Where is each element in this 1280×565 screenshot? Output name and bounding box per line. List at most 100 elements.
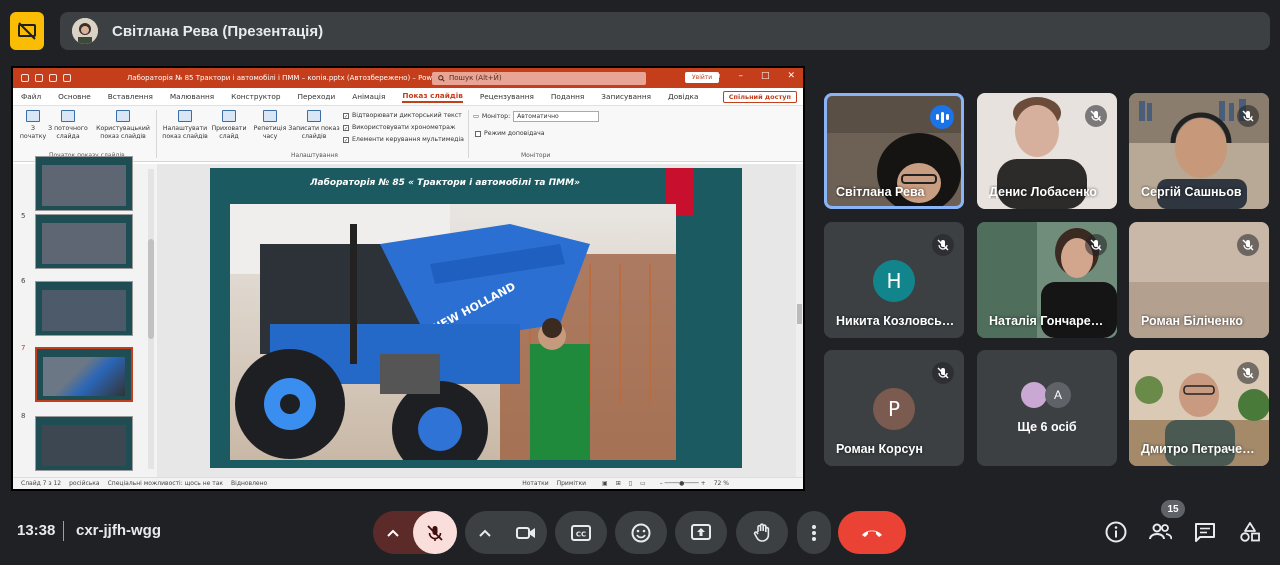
zoom-level[interactable]: 72 % <box>714 480 729 487</box>
menu-tab-transitions[interactable]: Переходи <box>298 92 336 101</box>
participant-name: Роман Корсун <box>836 442 923 456</box>
tractor-photo: NEW HOLLAND <box>230 204 676 460</box>
participant-tile[interactable]: Дмитро Петраченко <box>1129 350 1269 466</box>
ppt-status-bar: Слайд 7 з 12 російська Спеціальні можлив… <box>13 477 803 489</box>
captions-button[interactable]: CC <box>555 511 607 554</box>
view-reading-icon[interactable]: ▯ <box>629 480 632 487</box>
slide-thumbnail[interactable] <box>35 416 133 471</box>
maximize-icon[interactable]: □ <box>761 71 770 81</box>
presentation-toggle-button[interactable] <box>10 12 44 50</box>
participant-tile[interactable]: Р Роман Корсун <box>824 350 964 466</box>
present-now-button[interactable] <box>675 511 727 554</box>
thumbnails-scrollbar[interactable] <box>148 169 154 469</box>
camera-control-group <box>465 511 547 554</box>
redo-icon[interactable] <box>49 74 57 82</box>
hide-slide-button[interactable]: Приховати слайд <box>209 106 249 141</box>
from-current-button[interactable]: З поточного слайда <box>47 106 89 141</box>
editor-scrollbar[interactable] <box>796 164 803 477</box>
custom-show-button[interactable]: Користувацький показ слайдів <box>93 106 153 141</box>
video-options-button[interactable] <box>465 511 505 554</box>
mic-off-icon <box>1237 234 1259 256</box>
hand-icon <box>753 522 770 542</box>
media-controls-checkbox[interactable]: ✓ Елементи керування мультимедіа <box>343 136 464 144</box>
participant-tile[interactable]: Наталія Гончаренко <box>977 222 1117 338</box>
activities-button[interactable] <box>1237 519 1263 545</box>
menu-tab-review[interactable]: Рецензування <box>480 92 534 101</box>
current-slide[interactable]: Лабораторія № 85 « Трактори і автомобілі… <box>210 168 742 468</box>
participant-tile[interactable]: Н Никита Козловський <box>824 222 964 338</box>
slide-thumbnail[interactable] <box>35 281 133 336</box>
menu-tab-recording[interactable]: Записування <box>601 92 651 101</box>
language-status[interactable]: російська <box>69 480 99 487</box>
meeting-details-button[interactable] <box>1103 519 1129 545</box>
slide-thumbnail[interactable] <box>35 214 133 269</box>
save-icon[interactable] <box>21 74 29 82</box>
more-options-button[interactable] <box>797 511 831 554</box>
accessibility-status[interactable]: Спеціальні можливості: щось не так <box>108 480 223 487</box>
ppt-titlebar: Лабораторія № 85 Трактори і автомобілі і… <box>13 68 803 88</box>
menu-tab-file[interactable]: Файл <box>21 92 41 101</box>
thumbnail-image <box>43 357 125 396</box>
ppt-menu-tabs: Файл Основне Вставлення Малювання Констр… <box>13 88 803 106</box>
mic-toggle-button[interactable] <box>413 511 457 554</box>
presenter-view-checkbox[interactable]: Режим доповідача <box>475 130 545 137</box>
record-show-button[interactable]: Записати показ слайдів <box>287 106 341 141</box>
ppt-search-box[interactable]: Пошук (Alt+Й) <box>432 71 646 85</box>
menu-tab-animations[interactable]: Анімація <box>352 92 385 101</box>
from-start-button[interactable]: З початку <box>17 106 49 141</box>
scrollbar-thumb[interactable] <box>148 239 154 339</box>
setup-show-icon <box>178 110 192 122</box>
close-icon[interactable]: ✕ <box>787 71 795 81</box>
more-participants-label: Ще 6 осіб <box>1017 420 1077 434</box>
narrations-checkbox[interactable]: ✓ Відтворювати дикторський текст <box>343 112 462 120</box>
menu-tab-draw[interactable]: Малювання <box>170 92 214 101</box>
slide-thumbnail-selected[interactable] <box>35 347 133 402</box>
view-normal-icon[interactable]: ▣ <box>602 480 608 487</box>
svg-text:CC: CC <box>576 530 586 538</box>
participant-tile[interactable]: Сергій Сашньов <box>1129 93 1269 209</box>
camera-toggle-button[interactable] <box>505 511 547 554</box>
menu-tab-insert[interactable]: Вставлення <box>108 92 153 101</box>
setup-show-button[interactable]: Налаштувати показ слайдів <box>159 106 211 141</box>
present-off-icon <box>18 22 36 40</box>
participant-tile[interactable]: Світлана Рева <box>824 93 964 209</box>
monitor-select[interactable]: ▭ Монітор: Автоматично <box>473 111 600 122</box>
menu-tab-design[interactable]: Конструктор <box>231 92 280 101</box>
more-participants-tile[interactable]: A Ще 6 осіб <box>977 350 1117 466</box>
participant-tile[interactable]: Денис Лобасенко <box>977 93 1117 209</box>
search-icon <box>438 74 445 82</box>
zoom-slider[interactable]: – ────●──── + <box>660 480 706 487</box>
leave-call-button[interactable] <box>838 511 906 554</box>
chevron-up-icon <box>387 529 399 537</box>
people-button[interactable] <box>1147 519 1173 545</box>
rehearse-button[interactable]: Репетиція часу <box>251 106 289 141</box>
menu-tab-view[interactable]: Подання <box>551 92 584 101</box>
mic-off-icon <box>1237 105 1259 127</box>
participant-count-badge: 15 <box>1161 500 1185 518</box>
participant-tile[interactable]: Роман Біліченко <box>1129 222 1269 338</box>
audio-options-button[interactable] <box>373 511 413 554</box>
reactions-button[interactable] <box>615 511 667 554</box>
raise-hand-button[interactable] <box>736 511 788 554</box>
participant-name: Роман Біліченко <box>1141 314 1243 328</box>
slide-title: Лабораторія № 85 « Трактори і автомобілі… <box>310 178 580 188</box>
scrollbar-thumb[interactable] <box>797 304 802 324</box>
customize-icon[interactable] <box>63 74 71 82</box>
notes-button[interactable]: Нотатки <box>522 480 548 487</box>
menu-tab-help[interactable]: Довідка <box>668 92 698 101</box>
people-icon <box>1149 523 1172 540</box>
slide-number: 5 <box>21 212 26 220</box>
ribbon-display-icon[interactable]: ▭ <box>712 71 721 81</box>
menu-tab-home[interactable]: Основне <box>58 92 91 101</box>
view-slideshow-icon[interactable]: ▭ <box>640 480 646 487</box>
slide-counter: Слайд 7 з 12 <box>21 480 62 487</box>
timings-checkbox[interactable]: ✓ Використовувати хронометраж <box>343 124 455 132</box>
ppt-share-button[interactable]: Спільний доступ <box>722 91 797 103</box>
chat-button[interactable] <box>1192 519 1218 545</box>
slide-thumbnail[interactable] <box>35 156 133 211</box>
view-sorter-icon[interactable]: ⊞ <box>616 480 621 487</box>
comments-button[interactable]: Примітки <box>557 480 586 487</box>
undo-icon[interactable] <box>35 74 43 82</box>
menu-tab-slideshow[interactable]: Показ слайдів <box>402 91 463 103</box>
minimize-icon[interactable]: – <box>738 71 743 81</box>
